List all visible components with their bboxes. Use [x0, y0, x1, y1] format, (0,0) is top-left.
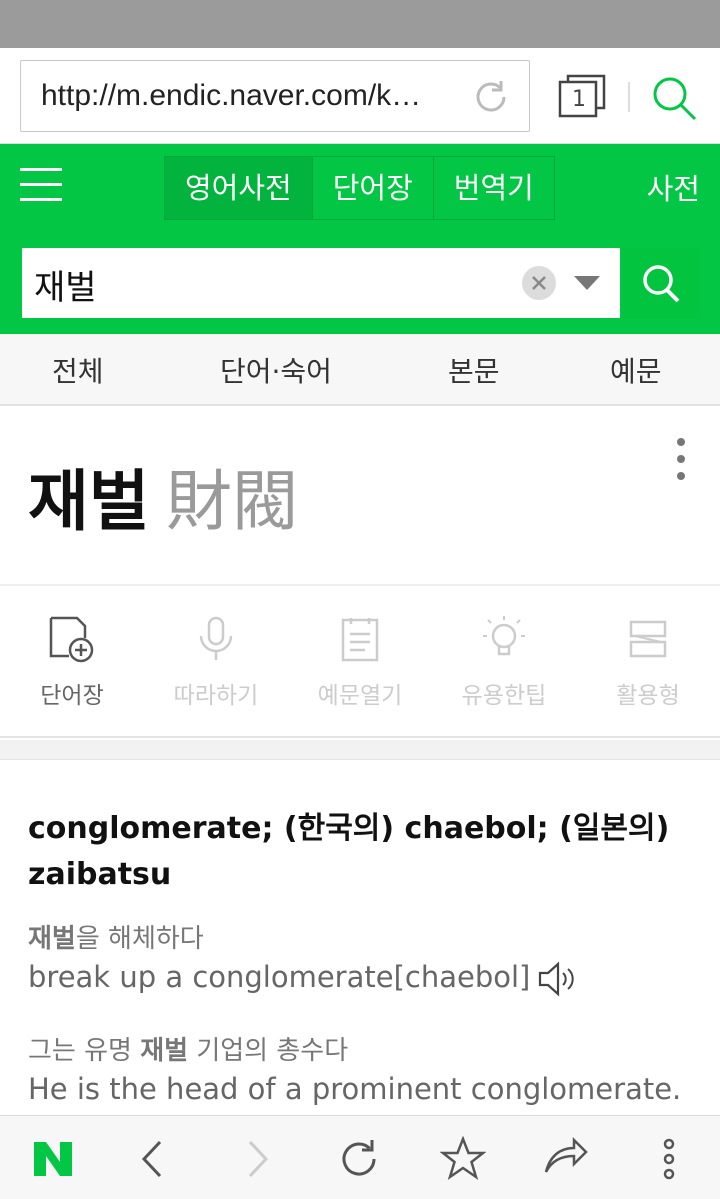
entry-word: 재벌 — [28, 463, 150, 540]
status-bar — [0, 0, 720, 48]
add-to-wordbook-icon — [49, 616, 94, 663]
search-icon — [643, 265, 680, 303]
entry-header: 재벌 財閥 — [0, 406, 720, 586]
microphone-icon — [199, 616, 233, 660]
repeat-tool-label: 따라하기 — [173, 683, 259, 709]
conjugation-tool-label: 활용형 — [616, 683, 680, 709]
example-en-text: break up a conglomerate[chaebol] — [28, 960, 531, 994]
search-icon[interactable] — [650, 74, 698, 122]
tips-tool-label: 유용한팁 — [461, 683, 547, 709]
search-button[interactable] — [622, 248, 700, 318]
close-icon — [532, 276, 546, 290]
example-ko-1: 재벌을 해체하다 — [28, 918, 204, 955]
tab-count: 1 — [572, 87, 586, 112]
address-bar[interactable]: http://m.endic.naver.com/k… — [20, 60, 530, 132]
share-icon[interactable] — [542, 1136, 588, 1182]
toolbar-divider — [628, 82, 630, 112]
result-filter-tabs: 전체 단어·숙어 본문 예문 — [0, 334, 720, 406]
lightbulb-icon — [483, 616, 525, 656]
entry-tools: 단어장 따라하기 예문열기 유용한팁 활용형 — [0, 588, 720, 738]
example-ko-text: 기업의 총수다 — [188, 1036, 349, 1066]
example-ko-text: 을 해체하다 — [75, 924, 204, 954]
example-keyword: 재벌 — [140, 1036, 189, 1066]
bookmark-star-icon[interactable] — [440, 1136, 486, 1182]
url-text[interactable]: http://m.endic.naver.com/k… — [41, 79, 453, 113]
browser-bottom-bar — [0, 1115, 720, 1199]
meaning-text: conglomerate; (한국의) chaebol; (일본의) zaiba… — [28, 811, 670, 892]
more-options-icon[interactable] — [672, 438, 690, 482]
tab-translator[interactable]: 번역기 — [433, 157, 554, 219]
wordbook-tool[interactable]: 단어장 — [0, 614, 144, 710]
refresh-icon[interactable] — [336, 1136, 382, 1182]
tabs-button[interactable]: 1 — [556, 72, 608, 120]
overflow-menu-icon[interactable] — [646, 1136, 692, 1182]
example-ko-prefix: 그는 유명 — [28, 1036, 141, 1066]
search-box[interactable]: 재벌 — [22, 248, 620, 318]
chevron-down-icon[interactable] — [574, 276, 600, 290]
dictionary-header: 영어사전 단어장 번역기 사전 — [0, 144, 720, 234]
repeat-tool[interactable]: 따라하기 — [144, 614, 288, 710]
dictionary-link[interactable]: 사전 — [647, 166, 700, 208]
layers-icon — [629, 620, 667, 658]
speaker-icon[interactable] — [536, 960, 578, 998]
back-icon[interactable] — [130, 1136, 176, 1182]
example-en-2: He is the head of a prominent conglomera… — [28, 1072, 682, 1106]
tab-all[interactable]: 전체 — [52, 350, 104, 390]
example-ko-2: 그는 유명 재벌 기업의 총수다 — [28, 1030, 348, 1067]
service-tabs: 영어사전 단어장 번역기 — [164, 156, 555, 220]
browser-toolbar: http://m.endic.naver.com/k… 1 — [0, 48, 720, 144]
tab-wordbook[interactable]: 단어장 — [312, 157, 434, 219]
forward-icon[interactable] — [234, 1136, 280, 1182]
tab-english-dictionary[interactable]: 영어사전 — [165, 157, 313, 219]
entry-hanja: 財閥 — [166, 463, 298, 540]
wordbook-tool-label: 단어장 — [40, 683, 104, 709]
examples-tool-label: 예문열기 — [317, 683, 403, 709]
document-icon — [341, 618, 379, 662]
example-keyword: 재벌 — [28, 924, 76, 954]
tips-tool[interactable]: 유용한팁 — [432, 614, 576, 710]
conjugation-tool[interactable]: 활용형 — [576, 614, 720, 710]
section-divider — [0, 740, 720, 760]
example-en-1: break up a conglomerate[chaebol] — [28, 960, 578, 998]
search-input[interactable]: 재벌 — [34, 260, 97, 309]
examples-tool[interactable]: 예문열기 — [288, 614, 432, 710]
naver-logo-icon[interactable] — [30, 1136, 76, 1182]
tab-words-idioms[interactable]: 단어·숙어 — [220, 350, 332, 390]
clear-button[interactable] — [522, 266, 556, 300]
menu-icon[interactable] — [20, 168, 64, 208]
search-area: 재벌 — [0, 234, 720, 334]
tab-body[interactable]: 본문 — [448, 350, 500, 390]
reload-icon[interactable] — [471, 77, 511, 117]
tab-examples[interactable]: 예문 — [610, 350, 662, 390]
